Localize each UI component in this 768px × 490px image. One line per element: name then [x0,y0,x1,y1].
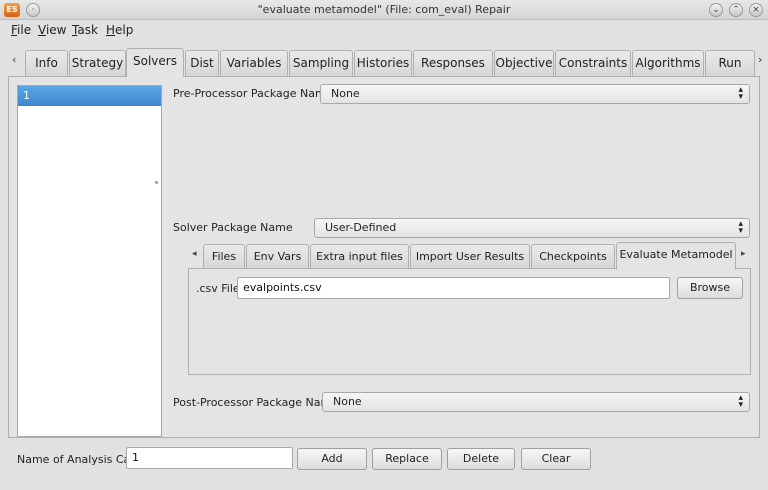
tab-constraints[interactable]: Constraints [555,50,631,76]
tab-responses[interactable]: Responses [413,50,493,76]
subtab-extra-input-files[interactable]: Extra input files [310,244,409,269]
postprocessor-label: Post-Processor Package Name [173,396,339,409]
tab-info[interactable]: Info [25,50,68,76]
tab-strategy[interactable]: Strategy [69,50,126,76]
menu-file[interactable]: File [11,23,31,37]
subtab-env-vars[interactable]: Env Vars [246,244,309,269]
menu-task[interactable]: Task [72,23,98,37]
tab-sampling[interactable]: Sampling [289,50,353,76]
tab-run[interactable]: Run [705,50,755,76]
maximize-icon[interactable]: ⌃ [729,3,743,17]
postprocessor-value: None [333,395,362,408]
tab-histories[interactable]: Histories [354,50,412,76]
tab-algorithms[interactable]: Algorithms [632,50,704,76]
menu-help[interactable]: Help [106,23,133,37]
tab-variables[interactable]: Variables [220,50,288,76]
tab-scroll-left-icon[interactable]: ‹ [12,53,16,66]
analysis-case-name-input[interactable]: 1 [126,447,293,469]
tab-dist[interactable]: Dist [185,50,219,76]
preprocessor-select[interactable]: None ▴ ▾ [320,84,750,104]
updown-arrow-icon: ▴ ▾ [738,85,743,102]
tab-objective[interactable]: Objective [494,50,554,76]
preprocessor-value: None [331,87,360,100]
updown-arrow-icon: ▴ ▾ [738,393,743,410]
tab-solvers[interactable]: Solvers [126,48,184,77]
menu-view[interactable]: View [38,23,66,37]
postprocessor-select[interactable]: None ▴ ▾ [322,392,750,412]
subtab-files[interactable]: Files [203,244,245,269]
subtab-scroll-left-icon[interactable]: ◂ [192,249,197,259]
subtab-import-user-results[interactable]: Import User Results [410,244,530,269]
title-bar: ES · "evaluate metamodel" (File: com_eva… [0,0,768,20]
csv-file-input[interactable]: evalpoints.csv [237,277,670,299]
app-window: ES · "evaluate metamodel" (File: com_eva… [0,0,768,490]
updown-arrow-icon: ▴ ▾ [738,219,743,236]
add-button[interactable]: Add [297,448,367,470]
splitter-handle[interactable] [155,181,158,184]
replace-button[interactable]: Replace [372,448,442,470]
analysis-case-name-label: Name of Analysis Case [17,453,143,466]
subtab-checkpoints[interactable]: Checkpoints [531,244,615,269]
subtab-evaluate-metamodel[interactable]: Evaluate Metamodel [616,242,736,270]
delete-button[interactable]: Delete [447,448,515,470]
browse-button[interactable]: Browse [677,277,743,299]
minimize-icon[interactable]: ⌄ [709,3,723,17]
subtab-scroll-right-icon[interactable]: ▸ [741,249,746,259]
close-icon[interactable]: × [749,3,763,17]
main-tab-bar: ‹ Info Strategy Solvers Dist Variables S… [0,48,768,77]
list-item[interactable]: 1 [18,86,161,106]
tab-scroll-right-icon[interactable]: › [758,53,762,66]
solver-value: User-Defined [325,221,397,234]
menu-bar: File View Task Help [0,20,768,40]
window-title: "evaluate metamodel" (File: com_eval) Re… [257,3,511,16]
clear-button[interactable]: Clear [521,448,591,470]
preprocessor-label: Pre-Processor Package Name [173,87,333,100]
solver-select[interactable]: User-Defined ▴ ▾ [314,218,750,238]
analysis-case-list[interactable]: 1 [17,85,162,437]
csv-file-label: .csv File [196,282,240,295]
solver-label: Solver Package Name [173,221,293,234]
